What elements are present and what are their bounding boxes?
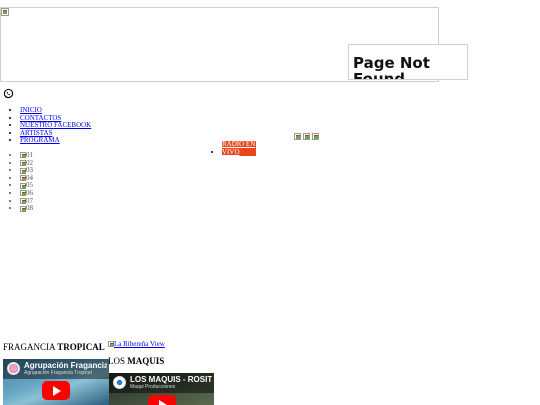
maquis-heading-bold: MAQUIS: [127, 356, 165, 366]
broken-image-icon: [20, 175, 26, 182]
play-icon[interactable]: [148, 395, 176, 405]
broken-image-icon: [20, 197, 26, 204]
broken-image-icon: [20, 152, 26, 159]
fragancia-heading-plain: FRAGANCIA: [3, 342, 58, 352]
video-title[interactable]: LOS MAQUIS - ROSIT: [130, 375, 212, 384]
social-broken-image-icon[interactable]: [294, 133, 301, 140]
main-menu: INICIO CONTACTOS NUESTRO FACEBOOK ARTIST…: [11, 106, 91, 145]
menu-link-programa[interactable]: PROGRAMA: [20, 136, 60, 145]
social-broken-image-icon[interactable]: [303, 133, 310, 140]
broken-image-icon: [20, 167, 26, 174]
video-channel: Maqui Producciones: [130, 384, 176, 390]
radio-en-vivo-button[interactable]: RADIO EN VIVO: [222, 140, 256, 157]
not-found-title: Page Not Found: [353, 54, 430, 80]
radio-menu: RADIO EN VIVO: [213, 140, 256, 157]
slide-item: 08: [20, 204, 33, 213]
slide-alt-text: 08: [26, 204, 33, 213]
not-found-frame: Page Not Found: [348, 44, 468, 80]
broken-image-icon: [20, 159, 26, 166]
maquis-video-embed[interactable]: LOS MAQUIS - ROSIT Maqui Producciones: [109, 373, 214, 405]
broken-image-icon: [20, 205, 26, 212]
maquis-heading-plain: LOS: [108, 356, 128, 366]
slider-list: 01 02 03 04 05 06 07 08: [11, 151, 33, 213]
menu-item-programa[interactable]: PROGRAMA: [20, 137, 91, 145]
social-broken-image-icon[interactable]: [312, 133, 319, 140]
riberena-view-link[interactable]: La Ribereña View: [108, 340, 165, 348]
broken-image-icon: [108, 341, 114, 348]
whatsapp-icon[interactable]: [3, 88, 14, 99]
fragancia-heading-bold: TROPICAL: [57, 342, 105, 352]
radio-item[interactable]: RADIO EN VIVO: [222, 140, 256, 157]
broken-image-icon: [20, 190, 26, 197]
channel-avatar[interactable]: [7, 362, 20, 375]
broken-image-icon: [20, 182, 26, 189]
play-icon[interactable]: [42, 381, 70, 400]
fragancia-video-embed[interactable]: Agrupación Fragancia Agrupación Fraganci…: [3, 359, 109, 405]
social-icons: [294, 133, 319, 140]
fragancia-heading: FRAGANCIA TROPICAL: [3, 342, 105, 352]
channel-avatar[interactable]: [113, 376, 126, 389]
video-title[interactable]: Agrupación Fragancia: [24, 361, 107, 370]
broken-image-icon: [1, 8, 9, 16]
riberena-link-text: La Ribereña View: [114, 340, 165, 348]
maquis-heading: LOS MAQUIS: [108, 356, 164, 366]
video-channel: Agrupación Fragancia Tropical: [24, 370, 92, 376]
